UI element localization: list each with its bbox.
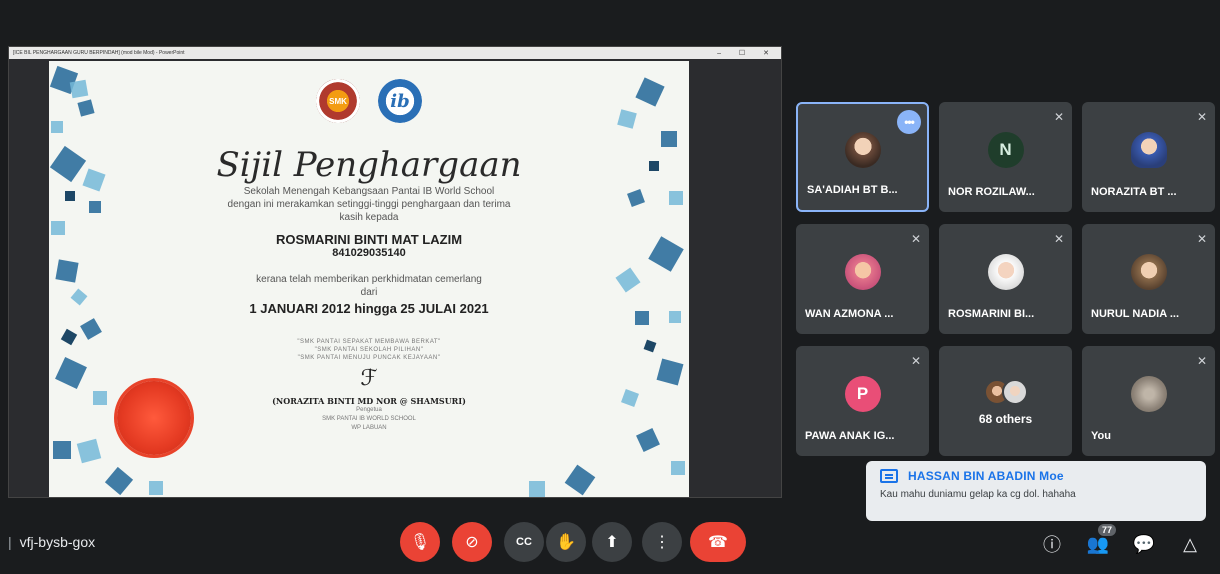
- chat-icon: [880, 469, 898, 483]
- participant-name: SA'ADIAH BT B...: [807, 184, 898, 196]
- people-button[interactable]: 👥 77: [1084, 524, 1116, 558]
- captions-icon: CC: [516, 536, 532, 548]
- camera-off-icon: ⊘: [465, 534, 479, 551]
- participant-tile[interactable]: ✕ NORAZITA BT ...: [1082, 102, 1215, 212]
- participant-tile-self[interactable]: ✕ You: [1082, 346, 1215, 456]
- phone-hangup-icon: ☎: [708, 534, 728, 551]
- present-button[interactable]: ⬆: [592, 522, 632, 562]
- more-options-button[interactable]: •••: [897, 110, 921, 134]
- participant-name: NURUL NADIA ...: [1091, 308, 1179, 320]
- chat-notification[interactable]: HASSAN BIN ABADIN Moe Kau mahu duniamu g…: [866, 461, 1206, 521]
- certificate-signer-role: Pengetua: [356, 407, 382, 413]
- certificate-line-2: dengan ini merakamkan setinggi-tinggi pe…: [227, 199, 511, 210]
- certificate-recipient-id: 841029035140: [332, 247, 406, 259]
- avatar: [844, 132, 881, 168]
- certificate-signer: (NORAZITA BINTI MD NOR @ SHAMSURI): [272, 396, 466, 406]
- raise-hand-button[interactable]: ✋: [546, 522, 586, 562]
- mic-off-icon: ✕: [910, 354, 921, 368]
- self-video: [1130, 376, 1167, 412]
- avatar: [987, 254, 1024, 290]
- chat-message: Kau mahu duniamu gelap ka cg dol. hahaha: [880, 489, 1076, 500]
- participant-tile[interactable]: ✕ NURUL NADIA ...: [1082, 224, 1215, 334]
- school-logo: SMK: [316, 79, 360, 123]
- participant-tile[interactable]: ••• SA'ADIAH BT B...: [796, 102, 929, 212]
- participant-name: ROSMARINI BI...: [948, 308, 1035, 320]
- activities-icon: △: [1183, 533, 1197, 554]
- more-vertical-icon: ⋮: [654, 534, 670, 551]
- certificate-signature: ℱ: [360, 366, 378, 391]
- chat-notification-header: HASSAN BIN ABADIN Moe: [880, 469, 1192, 483]
- end-call-button[interactable]: ☎: [690, 522, 746, 562]
- meeting-code: | vfj-bysb-gox: [8, 534, 95, 550]
- chat-button[interactable]: 💬: [1130, 530, 1158, 558]
- certificate-motto-1: "SMK PANTAI SEPAKAT MEMBAWA BERKAT": [297, 339, 441, 345]
- certificate-dates: 1 JANUARI 2012 hingga 25 JULAI 2021: [249, 301, 489, 316]
- certificate-from-label: dari: [360, 287, 378, 298]
- participant-tile-others[interactable]: 68 others: [939, 346, 1072, 456]
- shared-screen: [ICE BIL PENGHARGAAN GURU BERPINDAH] (mo…: [8, 46, 782, 498]
- participant-tile[interactable]: ✕ N NOR ROZILAW...: [939, 102, 1072, 212]
- avatar: [844, 254, 881, 290]
- certificate-service-line: kerana telah memberikan perkhidmatan cem…: [256, 274, 482, 285]
- info-icon: ⓘ: [1043, 535, 1061, 555]
- avatar: N: [987, 132, 1024, 168]
- meeting-code-text: vfj-bysb-gox: [19, 534, 96, 550]
- avatar: [1130, 132, 1167, 168]
- certificate-school-line: Sekolah Menengah Kebangsaan Pantai IB Wo…: [243, 186, 495, 197]
- mic-off-icon: ✕: [1053, 110, 1064, 124]
- chat-icon: 💬: [1132, 533, 1156, 554]
- others-avatar-stack: [983, 379, 1028, 405]
- captions-button[interactable]: CC: [504, 522, 544, 562]
- certificate-signer-school: SMK PANTAI IB WORLD SCHOOL: [322, 416, 416, 422]
- hand-icon: ✋: [556, 534, 576, 551]
- participant-tile[interactable]: ✕ ROSMARINI BI...: [939, 224, 1072, 334]
- mic-off-icon: ✕: [1196, 110, 1207, 124]
- activities-button[interactable]: △: [1176, 530, 1204, 558]
- participant-tile[interactable]: ✕ P PAWA ANAK IG...: [796, 346, 929, 456]
- camera-toggle-button[interactable]: ⊘: [452, 522, 492, 562]
- people-icon: 👥: [1086, 533, 1110, 554]
- more-options-button[interactable]: ⋮: [642, 522, 682, 562]
- ib-logo: ib: [378, 79, 422, 123]
- meeting-code-separator: |: [8, 534, 12, 550]
- participant-name: PAWA ANAK IG...: [805, 430, 895, 442]
- presentation-titlebar: [ICE BIL PENGHARGAAN GURU BERPINDAH] (mo…: [9, 47, 781, 59]
- presentation-window-title: [ICE BIL PENGHARGAAN GURU BERPINDAH] (mo…: [13, 50, 185, 56]
- certificate-body: SMK ib Sijil Penghargaan Sekolah Menenga…: [129, 61, 609, 497]
- others-count: 68 others: [978, 412, 1033, 426]
- avatar: P: [844, 376, 881, 412]
- mic-toggle-button[interactable]: 🎙: [400, 522, 440, 562]
- participant-name: NOR ROZILAW...: [948, 186, 1035, 198]
- certificate: SMK ib Sijil Penghargaan Sekolah Menenga…: [49, 61, 689, 497]
- present-icon: ⬆: [605, 534, 619, 551]
- chat-sender: HASSAN BIN ABADIN Moe: [908, 469, 1064, 483]
- participant-tile[interactable]: ✕ WAN AZMONA ...: [796, 224, 929, 334]
- certificate-title: Sijil Penghargaan: [216, 145, 522, 185]
- people-count-badge: 77: [1097, 524, 1116, 536]
- certificate-line-3: kasih kepada: [339, 212, 399, 223]
- certificate-motto-2: "SMK PANTAI SEKOLAH PILIHAN": [314, 347, 424, 353]
- mic-off-icon: ✕: [1053, 232, 1064, 246]
- mic-off-icon: ✕: [1196, 232, 1207, 246]
- meeting-info-button[interactable]: ⓘ: [1038, 530, 1066, 558]
- mic-off-icon: ✕: [1196, 354, 1207, 368]
- presentation-window-controls: – ☐ ✕: [717, 50, 777, 57]
- certificate-recipient-name: ROSMARINI BINTI MAT LAZIM: [275, 232, 463, 247]
- mic-off-icon: ✕: [910, 232, 921, 246]
- participant-name: WAN AZMONA ...: [805, 308, 894, 320]
- mic-off-icon: 🎙: [409, 534, 431, 551]
- participant-name: NORAZITA BT ...: [1091, 186, 1177, 198]
- participant-name: You: [1091, 430, 1111, 442]
- certificate-logos: SMK ib: [129, 79, 609, 123]
- avatar: [1130, 254, 1167, 290]
- certificate-signer-place: WP LABUAN: [351, 425, 387, 431]
- certificate-motto-3: "SMK PANTAI MENUJU PUNCAK KEJAYAAN": [297, 355, 441, 361]
